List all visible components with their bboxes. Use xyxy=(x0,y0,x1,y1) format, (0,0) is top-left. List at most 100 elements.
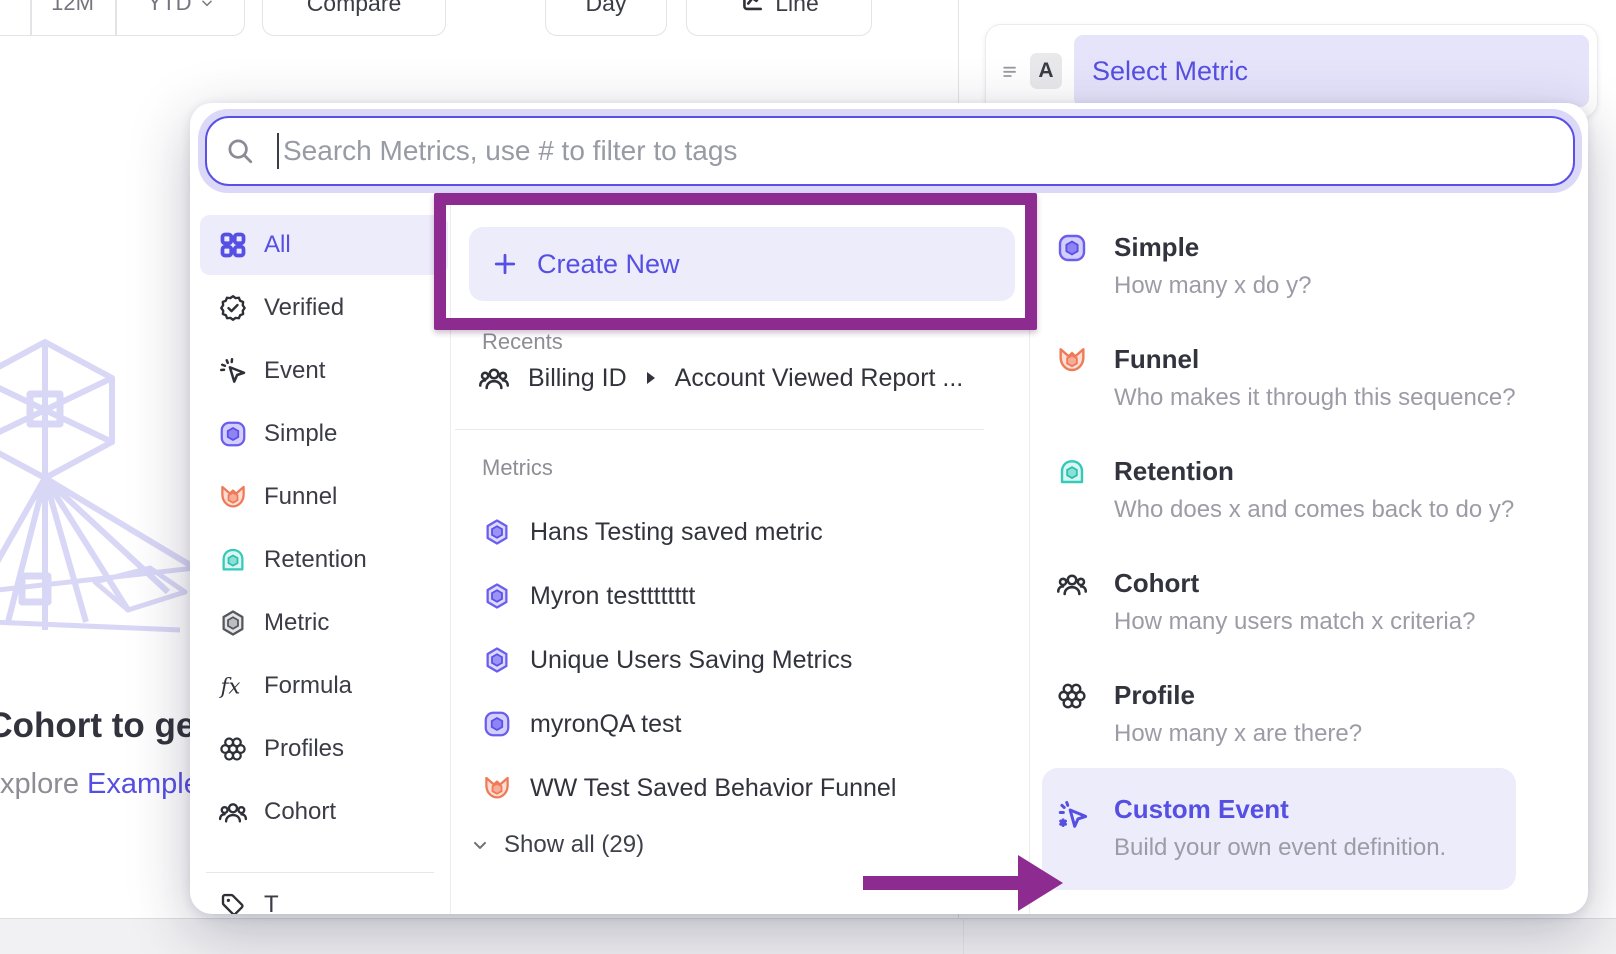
saved-metric-icon xyxy=(482,581,512,611)
search-icon xyxy=(225,136,255,166)
saved-metric-icon xyxy=(482,517,512,547)
sidebar-item-label: Formula xyxy=(264,672,352,700)
sidebar-item-label: T xyxy=(264,891,279,914)
tag-icon xyxy=(218,890,248,914)
metric-name: Myron testttttttt xyxy=(530,582,695,611)
date-range-segmented-control[interactable]: 12M YTD xyxy=(0,0,245,36)
line-chart-icon xyxy=(739,0,765,16)
metric-list-item[interactable]: myronQA test xyxy=(482,699,1002,749)
type-simple[interactable]: Simple How many x do y? xyxy=(1056,232,1516,312)
search-input[interactable] xyxy=(283,135,1573,167)
type-funnel[interactable]: Funnel Who makes it through this sequenc… xyxy=(1056,344,1516,424)
interval-label: Day xyxy=(586,0,627,17)
custom-event-cursor-icon xyxy=(1056,798,1090,832)
sidebar-item-label: All xyxy=(264,231,291,259)
saved-metric-icon xyxy=(482,645,512,675)
sidebar-item-event[interactable]: Event xyxy=(200,341,448,401)
type-title: Profile xyxy=(1114,680,1195,711)
sidebar-item-label: Funnel xyxy=(264,483,337,511)
sidebar-item-label: Event xyxy=(264,357,325,385)
type-title: Retention xyxy=(1114,456,1234,487)
type-title: Cohort xyxy=(1114,568,1199,599)
metric-list-item[interactable]: Hans Testing saved metric xyxy=(482,507,1002,557)
retention-metric-icon xyxy=(1056,456,1088,488)
type-cohort[interactable]: Cohort How many users match x criteria? xyxy=(1056,568,1516,648)
simple-metric-icon xyxy=(482,709,512,739)
range-ytd-label: YTD xyxy=(148,0,192,16)
sidebar-item-funnel[interactable]: Funnel xyxy=(200,467,448,527)
compare-label: Compare xyxy=(307,0,402,17)
metric-list-item[interactable]: Unique Users Saving Metrics xyxy=(482,635,1002,685)
metric-list-item[interactable]: WW Test Saved Behavior Funnel xyxy=(482,763,1002,813)
sidebar-item-simple[interactable]: Simple xyxy=(200,404,448,464)
recents-metrics-divider xyxy=(455,429,984,430)
cohort-people-icon xyxy=(1056,568,1088,600)
show-all-label: Show all (29) xyxy=(504,831,644,859)
background-explore-line: xplore Example xyxy=(0,768,200,801)
sidebar-item-profiles[interactable]: Profiles xyxy=(200,719,448,779)
type-profile[interactable]: Profile How many x are there? xyxy=(1056,680,1516,760)
interval-day-button[interactable]: Day xyxy=(545,0,667,36)
type-description: Build your own event definition. xyxy=(1114,834,1446,862)
event-cursor-icon xyxy=(218,356,248,386)
retention-metric-icon xyxy=(218,545,248,575)
type-description: How many x do y? xyxy=(1114,272,1311,300)
chevron-down-icon xyxy=(470,835,490,855)
drag-handle-icon[interactable] xyxy=(1000,59,1020,83)
saved-metric-icon xyxy=(218,608,248,638)
type-title: Custom Event xyxy=(1114,794,1289,825)
sidebar-item-all[interactable]: All xyxy=(200,215,448,275)
sidebar-item-partial[interactable]: T xyxy=(218,890,279,914)
metric-name: Hans Testing saved metric xyxy=(530,518,823,547)
simple-metric-icon xyxy=(1056,232,1088,264)
breadcrumb-arrow-icon xyxy=(647,372,655,384)
annotation-highlight-rectangle xyxy=(434,193,1037,330)
sidebar-item-verified[interactable]: Verified xyxy=(200,278,448,338)
recent-event-name: Account Viewed Report ... xyxy=(675,364,964,393)
recents-heading: Recents xyxy=(482,329,563,355)
sidebar-item-label: Metric xyxy=(264,609,329,637)
type-custom-event[interactable]: Custom Event Build your own event defini… xyxy=(1056,794,1516,874)
type-description: Who makes it through this sequence? xyxy=(1114,384,1516,412)
profiles-cluster-icon xyxy=(1056,680,1088,712)
sidebar-item-metric[interactable]: Metric xyxy=(200,593,448,653)
compare-button[interactable]: Compare xyxy=(262,0,446,36)
cohort-people-icon xyxy=(218,797,248,827)
metric-name: WW Test Saved Behavior Funnel xyxy=(530,774,896,803)
cohort-people-icon xyxy=(478,362,510,394)
text-cursor xyxy=(277,133,279,169)
range-12m-segment[interactable]: 12M xyxy=(30,0,115,35)
select-metric-button[interactable]: Select Metric xyxy=(1074,35,1589,107)
type-retention[interactable]: Retention Who does x and comes back to d… xyxy=(1056,456,1516,536)
type-description: How many users match x criteria? xyxy=(1114,608,1475,636)
sidebar-item-cohort[interactable]: Cohort xyxy=(200,782,448,842)
chevron-down-icon xyxy=(200,0,214,10)
metric-list-item[interactable]: Myron testttttttt xyxy=(482,571,1002,621)
example-link[interactable]: Example xyxy=(87,768,200,800)
sidebar-item-formula[interactable]: fx Formula xyxy=(200,656,448,716)
sidebar-item-label: Verified xyxy=(264,294,344,322)
simple-metric-icon xyxy=(218,419,248,449)
grid-icon xyxy=(218,230,248,260)
type-title: Funnel xyxy=(1114,344,1199,375)
search-field[interactable] xyxy=(205,116,1575,186)
range-12m-label: 12M xyxy=(51,0,94,16)
sidebar-item-label: Profiles xyxy=(264,735,344,763)
type-description: How many x are there? xyxy=(1114,720,1362,748)
metrics-heading: Metrics xyxy=(482,455,553,481)
funnel-metric-icon xyxy=(1056,344,1088,376)
recent-item[interactable]: Billing ID Account Viewed Report ... xyxy=(478,353,1008,403)
sidebar-item-label: Cohort xyxy=(264,798,336,826)
show-all-toggle[interactable]: Show all (29) xyxy=(470,831,644,859)
range-ytd-segment[interactable]: YTD xyxy=(115,0,246,35)
search-focus-ring xyxy=(198,109,1582,193)
metric-name: Unique Users Saving Metrics xyxy=(530,646,852,675)
page-bottom-strip xyxy=(0,918,1616,954)
funnel-metric-icon xyxy=(218,482,248,512)
sidebar-item-retention[interactable]: Retention xyxy=(200,530,448,590)
explore-prefix: xplore xyxy=(0,768,87,800)
chart-type-line-button[interactable]: Line xyxy=(686,0,872,36)
clause-letter-badge: A xyxy=(1030,53,1062,89)
empty-state-wireframe-illustration xyxy=(0,330,195,660)
funnel-metric-icon xyxy=(482,773,512,803)
